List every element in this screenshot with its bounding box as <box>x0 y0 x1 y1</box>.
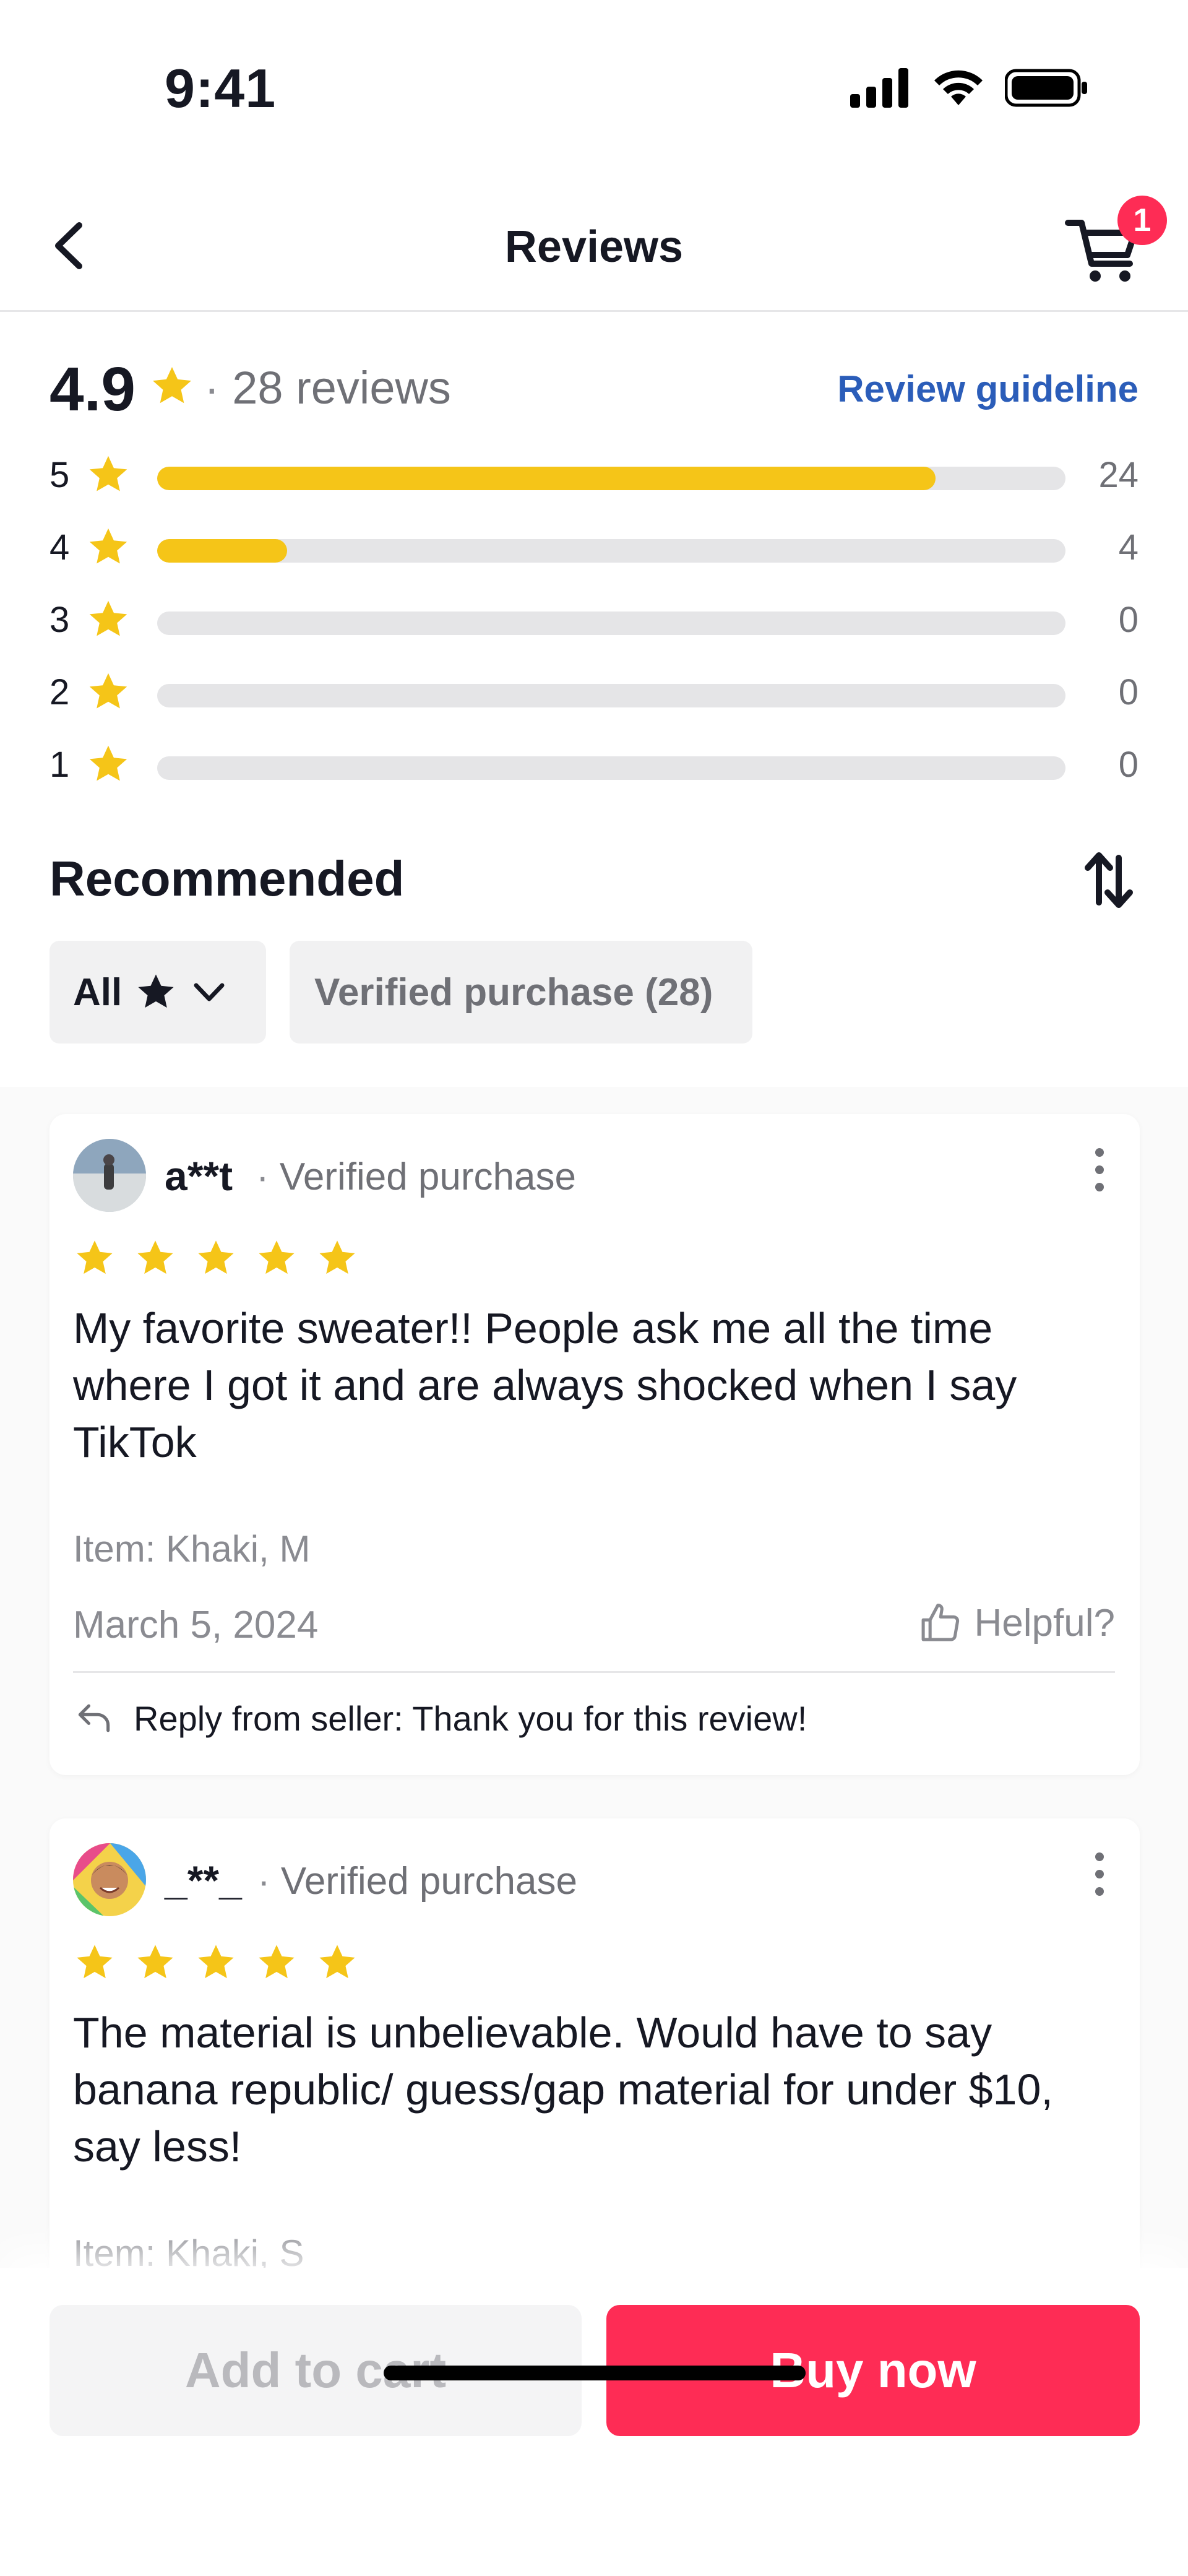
star-icon <box>77 1945 113 1979</box>
divider <box>73 1671 1115 1673</box>
star-icon <box>137 1240 173 1274</box>
status-time: 9:41 <box>165 58 277 119</box>
status-icons <box>850 68 1089 108</box>
star-icon <box>137 1945 173 1979</box>
rating-row-count: 0 <box>1118 600 1138 640</box>
rating-row-label: 2 <box>50 672 70 712</box>
review-stars <box>73 1941 359 1984</box>
star-icon <box>259 1240 295 1274</box>
section-title: Recommended <box>50 851 405 906</box>
rating-bar-fill <box>157 467 936 490</box>
sort-icon[interactable] <box>1079 849 1138 911</box>
more-options-icon[interactable] <box>1090 1145 1109 1195</box>
more-options-icon[interactable] <box>1090 1849 1109 1899</box>
nav-bar: Reviews 1 <box>0 186 1188 312</box>
average-rating: 4.9 <box>50 355 136 424</box>
rating-row-5[interactable]: 5 24 <box>50 449 1138 499</box>
rating-bar-track <box>157 539 1065 563</box>
rating-bar-fill <box>157 539 287 563</box>
page-title: Reviews <box>504 222 684 272</box>
rating-row-label: 1 <box>50 745 70 785</box>
review-username[interactable]: a**t <box>165 1152 233 1199</box>
filter-all-stars[interactable]: All <box>50 941 266 1044</box>
star-icon <box>89 600 127 636</box>
rating-row-label: 4 <box>50 527 70 568</box>
wifi-icon <box>934 70 983 105</box>
review-guideline-link[interactable]: Review guideline <box>837 368 1138 410</box>
rating-row-1[interactable]: 10 <box>50 739 1138 789</box>
verified-purchase-tag: · Verified purchase <box>256 1156 576 1198</box>
review-text: The material is unbelievable. Would have… <box>73 2008 1053 2171</box>
star-icon <box>198 1945 234 1979</box>
rating-bar-track <box>157 756 1065 780</box>
review-item-variant: Item: Khaki, M <box>73 1528 311 1570</box>
star-icon <box>89 528 127 564</box>
rating-row-3[interactable]: 30 <box>50 594 1138 644</box>
rating-row-count: 0 <box>1118 745 1138 785</box>
rating-bar-track <box>157 612 1065 635</box>
star-icon <box>89 745 127 781</box>
star-icon <box>319 1240 355 1274</box>
helpful-button[interactable]: Helpful? <box>916 1599 1115 1646</box>
avatar[interactable] <box>73 1843 146 1916</box>
rating-row-label: 3 <box>50 600 70 640</box>
bottom-action-bar: Add to cart Buy now <box>0 2268 1188 2576</box>
review-username[interactable]: _**_ <box>165 1857 242 1904</box>
home-indicator <box>384 2366 806 2380</box>
rating-row-4[interactable]: 44 <box>50 522 1138 571</box>
seller-reply: Reply from seller: Thank you for this re… <box>73 1697 807 1739</box>
review-stars <box>73 1237 359 1280</box>
seller-reply-text: Reply from seller: Thank you for this re… <box>134 1698 807 1738</box>
rating-bar-track <box>157 467 1065 490</box>
filter-verified-purchase[interactable]: Verified purchase (28) <box>290 941 752 1044</box>
reply-icon <box>78 1704 110 1732</box>
thumbs-up-icon <box>921 1603 959 1641</box>
battery-icon <box>1005 69 1087 107</box>
avatar[interactable] <box>73 1139 146 1212</box>
rating-summary: 4.9 · 28 reviews Review guideline <box>50 353 1138 424</box>
rating-row-count: 24 <box>1098 455 1138 495</box>
star-icon <box>77 1240 113 1274</box>
signal-icon <box>850 68 908 108</box>
cart-badge: 1 <box>1117 196 1167 245</box>
star-icon <box>319 1945 355 1979</box>
star-icon <box>89 456 127 491</box>
chevron-down-icon <box>194 983 225 1001</box>
review-card: a**t · Verified purchase My favorite swe… <box>50 1114 1140 1775</box>
star-icon <box>152 366 192 404</box>
helpful-label: Helpful? <box>974 1601 1115 1645</box>
review-text: My favorite sweater!! People ask me all … <box>73 1304 1017 1466</box>
star-icon <box>198 1240 234 1274</box>
rating-row-count: 4 <box>1118 527 1138 568</box>
review-count: · 28 reviews <box>204 362 451 413</box>
status-bar: 9:41 <box>0 0 1188 161</box>
rating-row-label: 5 <box>50 455 70 495</box>
star-icon <box>138 974 174 1008</box>
star-icon <box>259 1945 295 1979</box>
review-card: _**_ · Verified purchase The material is… <box>50 1818 1140 2289</box>
rating-row-2[interactable]: 20 <box>50 667 1138 716</box>
filter-all-label: All <box>73 970 123 1014</box>
rating-bar-track <box>157 684 1065 707</box>
rating-row-count: 0 <box>1118 672 1138 712</box>
verified-purchase-tag: · Verified purchase <box>257 1860 577 1903</box>
review-date: March 5, 2024 <box>73 1604 319 1646</box>
star-icon <box>89 673 127 709</box>
